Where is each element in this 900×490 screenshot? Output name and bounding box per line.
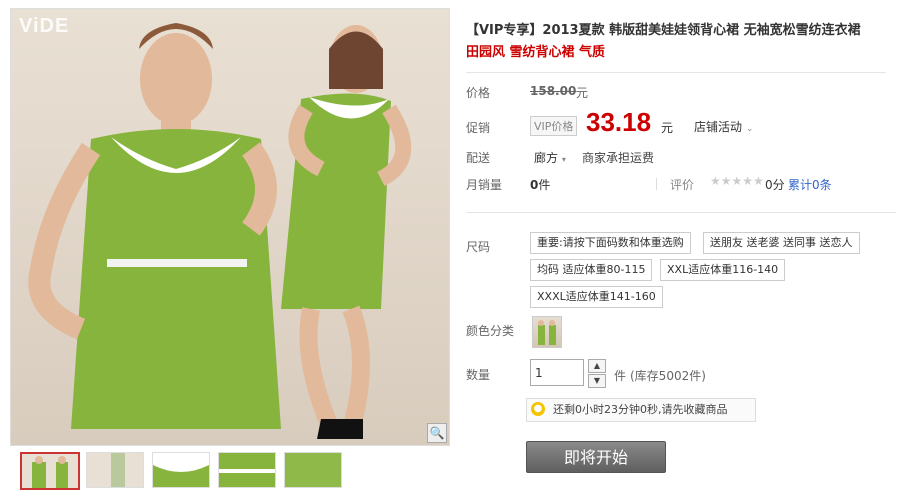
monthly-sales-unit: 件 xyxy=(538,178,551,192)
caret-down-icon: ▾ xyxy=(561,155,566,164)
stock-count: (库存5002件) xyxy=(630,369,706,383)
delivery-label: 配送 xyxy=(466,151,491,165)
countdown-notice: ● 还剩0小时23分钟0秒,请先收藏商品 xyxy=(526,398,756,422)
delivery-location-dropdown[interactable]: 廊方 ▾ xyxy=(534,149,566,166)
promo-price-value: 33.18 xyxy=(586,107,652,137)
store-activity-label: 店铺活动 xyxy=(694,120,743,134)
shipping-note: 商家承担运费 xyxy=(582,151,655,165)
size-option-4[interactable]: XXL适应体重116-140 xyxy=(660,259,786,281)
thumbnail-strip xyxy=(10,452,450,490)
original-price-label: 价格 xyxy=(466,86,491,100)
store-activity-dropdown[interactable]: 店铺活动 ⌄ xyxy=(694,118,753,135)
original-price-value: 158.00 xyxy=(530,84,577,98)
countdown-text: 还剩0小时23分钟0秒,请先收藏商品 xyxy=(553,403,728,416)
review-count-link[interactable]: 累计0条 xyxy=(788,176,832,193)
monthly-sales-label: 月销量 xyxy=(466,178,503,192)
lightbulb-icon: ● xyxy=(531,402,545,416)
size-option-3[interactable]: 均码 适应体重80-115 xyxy=(530,259,653,281)
quantity-label: 数量 xyxy=(466,368,491,382)
thumbnail-3[interactable] xyxy=(152,452,210,488)
color-option-swatch[interactable] xyxy=(532,316,562,348)
product-photo xyxy=(28,23,412,439)
product-title-text: 【VIP专享】2013夏款 韩版甜美娃娃领背心裙 无袖宽松雪纺连衣裙 xyxy=(466,23,861,38)
magnifier-icon[interactable]: 🔍 xyxy=(427,423,447,443)
brand-logo: ViDE xyxy=(19,15,70,37)
product-subtitle: 田园风 雪纺背心裙 气质 xyxy=(466,45,606,60)
original-price-unit: 元 xyxy=(576,86,589,100)
product-main-image[interactable]: ViDE 🔍 xyxy=(10,8,450,446)
rating-stars-icon: ★★★★★ xyxy=(710,174,764,188)
quantity-unit: 件 xyxy=(614,369,627,383)
thumbnail-4[interactable] xyxy=(218,452,276,488)
thumbnail-5[interactable] xyxy=(284,452,342,488)
promo-price-unit: 元 xyxy=(661,121,674,135)
product-title: 【VIP专享】2013夏款 韩版甜美娃娃领背心裙 无袖宽松雪纺连衣裙 田园风 雪… xyxy=(466,20,896,64)
rating-value: 0分 xyxy=(765,178,785,192)
chevron-down-icon: ⌄ xyxy=(745,124,754,134)
increment-icon[interactable]: ▲ xyxy=(588,359,606,373)
divider xyxy=(466,212,896,213)
divider xyxy=(656,178,657,190)
divider xyxy=(466,72,886,73)
monthly-sales: 0件 xyxy=(530,176,550,193)
decrement-icon[interactable]: ▼ xyxy=(588,374,606,388)
quantity-input[interactable]: 1 xyxy=(530,359,584,386)
coming-soon-button[interactable]: 即将开始 xyxy=(526,441,666,473)
size-label: 尺码 xyxy=(466,240,491,254)
size-option-1[interactable]: 重要:请按下面码数和体重选购 xyxy=(530,232,691,254)
rating-label: 评价 xyxy=(670,178,695,192)
color-label: 颜色分类 xyxy=(466,324,515,338)
delivery-location: 廊方 xyxy=(534,151,559,165)
thumbnail-1[interactable] xyxy=(20,452,80,490)
promo-price-label: 促销 xyxy=(466,121,491,135)
size-option-2[interactable]: 送朋友 送老婆 送同事 送恋人 xyxy=(703,232,860,254)
thumbnail-2[interactable] xyxy=(86,452,144,488)
size-option-5[interactable]: XXXL适应体重141-160 xyxy=(530,286,663,308)
vip-price-tag: VIP价格 xyxy=(530,116,578,136)
